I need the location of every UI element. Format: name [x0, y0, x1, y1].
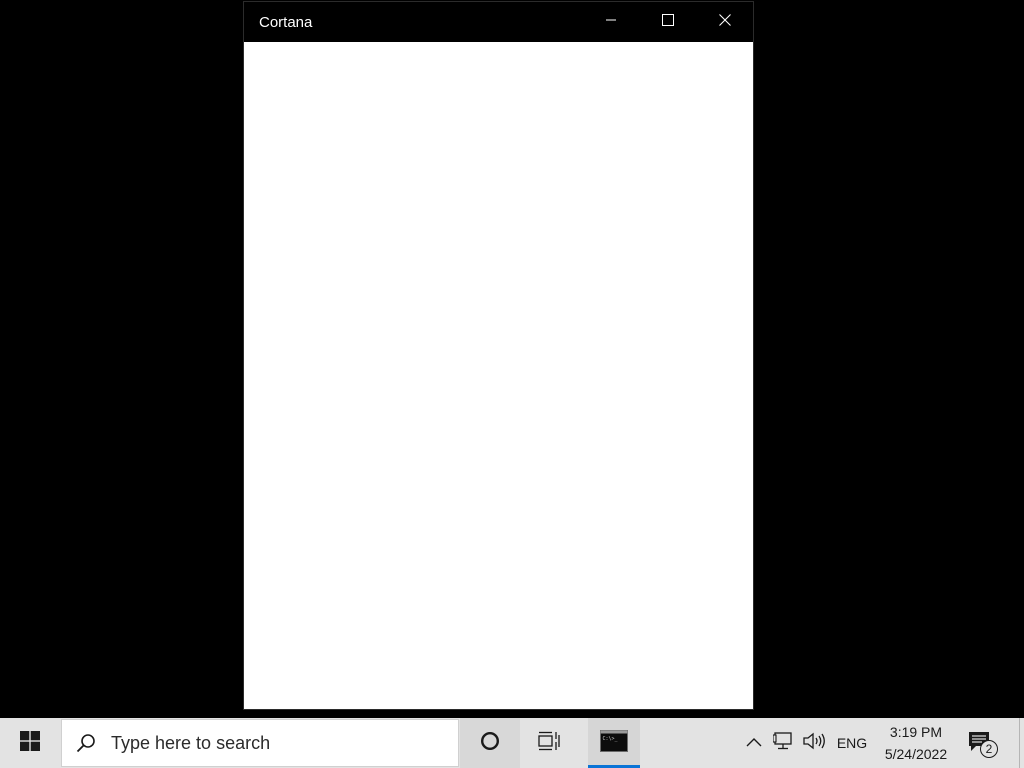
cortana-content-area	[244, 42, 753, 709]
window-title: Cortana	[259, 14, 313, 31]
volume-icon	[803, 732, 825, 755]
title-bar[interactable]: Cortana	[244, 2, 753, 42]
action-center-button[interactable]: 2	[962, 718, 1002, 768]
cortana-button[interactable]	[460, 718, 520, 768]
notifications-icon: 2	[968, 730, 998, 758]
start-button[interactable]	[0, 718, 60, 768]
minimize-icon	[605, 13, 617, 31]
clock[interactable]: 3:19 PM 5/24/2022	[876, 718, 956, 768]
desktop: Cortana	[0, 0, 1024, 718]
notification-count-badge: 2	[980, 740, 998, 758]
clock-date: 5/24/2022	[884, 746, 948, 762]
cortana-circle-icon	[480, 731, 500, 756]
maximize-icon	[662, 13, 674, 31]
svg-text:C:\>_: C:\>_	[603, 736, 619, 742]
command-prompt-icon: C:\>_	[600, 729, 628, 757]
minimize-button[interactable]	[588, 2, 634, 42]
search-placeholder[interactable]: Type here to search	[111, 733, 270, 754]
cortana-window: Cortana	[243, 1, 754, 710]
task-view-icon	[538, 731, 562, 756]
close-icon	[719, 13, 731, 31]
clock-time: 3:19 PM	[889, 724, 943, 740]
maximize-button[interactable]	[645, 2, 691, 42]
windows-logo-icon	[20, 730, 40, 756]
show-hidden-icons-button[interactable]	[742, 718, 766, 768]
show-desktop-button[interactable]	[1019, 718, 1024, 768]
chevron-up-icon	[746, 734, 762, 752]
search-icon	[62, 720, 110, 766]
search-box[interactable]: Type here to search	[61, 719, 459, 767]
network-button[interactable]	[771, 718, 797, 768]
taskbar-app-command-prompt[interactable]: C:\>_	[588, 718, 640, 768]
task-view-button[interactable]	[520, 718, 580, 768]
volume-button[interactable]	[801, 718, 827, 768]
taskbar: Type here to search C:\>_ ENG 3:19 PM 5/…	[0, 718, 1024, 768]
input-language-indicator[interactable]: ENG	[833, 718, 871, 768]
close-button[interactable]	[702, 2, 748, 42]
network-icon	[772, 731, 795, 755]
